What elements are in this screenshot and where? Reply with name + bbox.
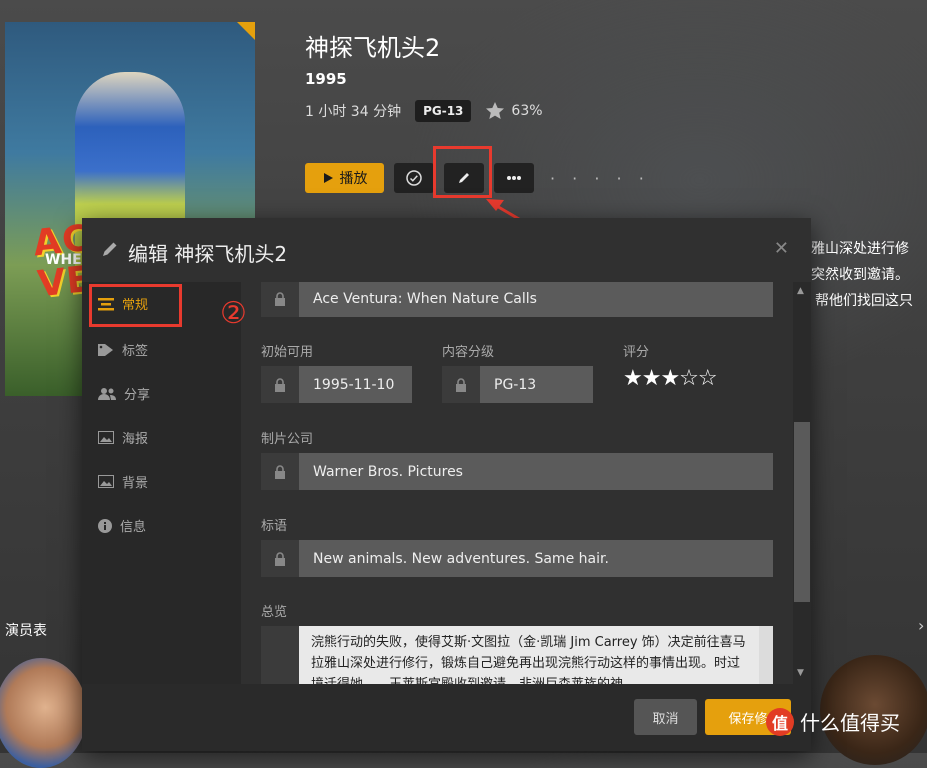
sidebar-item-label: 信息: [120, 520, 147, 535]
sidebar-item-label: 分享: [124, 388, 151, 403]
content-rating-value[interactable]: PG-13: [480, 366, 593, 403]
release-date-field[interactable]: 1995-11-10: [261, 366, 412, 403]
content-rating-field[interactable]: PG-13: [442, 366, 593, 403]
mark-watched-button[interactable]: [394, 163, 434, 193]
dialog-title: 编辑 神探飞机头2: [128, 242, 288, 266]
image-icon: [98, 431, 114, 444]
lock-icon[interactable]: [261, 453, 299, 490]
watermark: 值 什么值得买: [766, 707, 900, 736]
audience-score-value: 63%: [511, 103, 543, 119]
star-icon: [486, 102, 505, 119]
summary-textarea[interactable]: 浣熊行动的失败，使得艾斯·文图拉（金·凯瑞 Jim Carrey 饰）决定前往喜…: [299, 626, 773, 684]
pencil-icon: [103, 242, 117, 256]
more-icon: [507, 176, 521, 180]
user-rating-label: 评分: [623, 345, 650, 360]
movie-duration: 1 小时 34 分钟: [305, 104, 402, 120]
original-title-value[interactable]: Ace Ventura: When Nature Calls: [299, 282, 773, 317]
users-icon: [98, 387, 116, 400]
sidebar-item-background[interactable]: 背景: [98, 472, 148, 491]
studio-value[interactable]: Warner Bros. Pictures: [299, 453, 773, 490]
scroll-down-icon[interactable]: ▼: [797, 668, 804, 678]
summary-line-2: 突然收到邀请。: [811, 267, 909, 283]
play-button[interactable]: 播放: [305, 163, 384, 193]
lock-icon[interactable]: [442, 366, 480, 403]
sidebar-item-share[interactable]: 分享: [98, 384, 150, 403]
movie-title: 神探飞机头2: [305, 34, 441, 62]
audience-score: 63%: [485, 101, 543, 121]
tagline-label: 标语: [261, 519, 288, 534]
lock-icon[interactable]: [261, 366, 299, 403]
poster-corner-marker: [237, 22, 255, 40]
lock-icon[interactable]: [261, 540, 299, 577]
summary-scrollbar[interactable]: [759, 626, 773, 684]
movie-year: 1995: [305, 70, 347, 88]
more-button[interactable]: [494, 163, 534, 193]
sidebar-item-label: 海报: [122, 432, 149, 447]
sidebar-item-poster[interactable]: 海报: [98, 428, 148, 447]
movie-meta: 1 小时 34 分钟 PG-13 63%: [305, 100, 543, 122]
studio-field[interactable]: Warner Bros. Pictures: [261, 453, 773, 490]
summary-field[interactable]: 浣熊行动的失败，使得艾斯·文图拉（金·凯瑞 Jim Carrey 饰）决定前往喜…: [261, 626, 773, 684]
release-date-value[interactable]: 1995-11-10: [299, 366, 412, 403]
watermark-logo: 值: [766, 707, 794, 736]
studio-label: 制片公司: [261, 432, 314, 447]
tagline-value[interactable]: New animals. New adventures. Same hair.: [299, 540, 773, 577]
more-dots: · · · · ·: [550, 168, 650, 188]
scrollbar-thumb[interactable]: [794, 422, 810, 602]
user-rating-stars[interactable]: ★★★☆☆: [623, 366, 718, 391]
edit-dialog: 编辑 神探飞机头2 ✕ 常规 标签 分享 海报 背景 信息 Ace Ventur…: [82, 218, 811, 751]
dialog-sidebar: 常规 标签 分享 海报 背景 信息: [82, 282, 241, 684]
general-tab-highlight: [89, 284, 182, 327]
cast-avatar[interactable]: [0, 658, 87, 768]
lock-icon[interactable]: [261, 626, 299, 684]
sidebar-item-label: 背景: [122, 476, 149, 491]
cast-next-arrow-icon[interactable]: ›: [918, 616, 924, 635]
cancel-button[interactable]: 取消: [634, 699, 697, 735]
scroll-up-icon[interactable]: ▲: [797, 286, 804, 296]
content-rating-label: 内容分级: [442, 345, 495, 360]
dialog-content: Ace Ventura: When Nature Calls 初始可用 1995…: [241, 282, 793, 684]
original-title-field[interactable]: Ace Ventura: When Nature Calls: [261, 282, 773, 317]
dialog-footer: 取消 保存修: [82, 684, 811, 751]
content-rating-badge: PG-13: [415, 100, 472, 122]
play-label: 播放: [339, 171, 368, 187]
summary-label: 总览: [261, 605, 288, 620]
watermark-text: 什么值得买: [800, 711, 900, 735]
annotation-marker-2: ②: [220, 296, 247, 331]
dialog-scrollbar[interactable]: ▲ ▼: [793, 282, 811, 684]
summary-line-3: 帮他们找回这只: [815, 293, 913, 309]
close-icon[interactable]: ✕: [774, 238, 789, 259]
play-icon: [323, 173, 333, 183]
summary-value: 浣熊行动的失败，使得艾斯·文图拉（金·凯瑞 Jim Carrey 饰）决定前往喜…: [311, 635, 746, 684]
edit-button-highlight: [433, 146, 492, 198]
sidebar-item-label: 标签: [122, 344, 149, 359]
cast-heading: 演员表: [5, 623, 47, 639]
lock-icon[interactable]: [261, 282, 299, 317]
sidebar-item-info[interactable]: 信息: [98, 516, 146, 535]
tag-icon: [98, 343, 113, 356]
sidebar-item-tags[interactable]: 标签: [98, 340, 148, 359]
info-icon: [98, 518, 112, 533]
tagline-field[interactable]: New animals. New adventures. Same hair.: [261, 540, 773, 577]
release-date-label: 初始可用: [261, 345, 314, 360]
check-circle-icon: [406, 170, 422, 186]
image-icon: [98, 475, 114, 488]
annotation-arrowhead-1: [486, 199, 504, 211]
summary-line-1: 雅山深处进行修: [811, 241, 909, 257]
